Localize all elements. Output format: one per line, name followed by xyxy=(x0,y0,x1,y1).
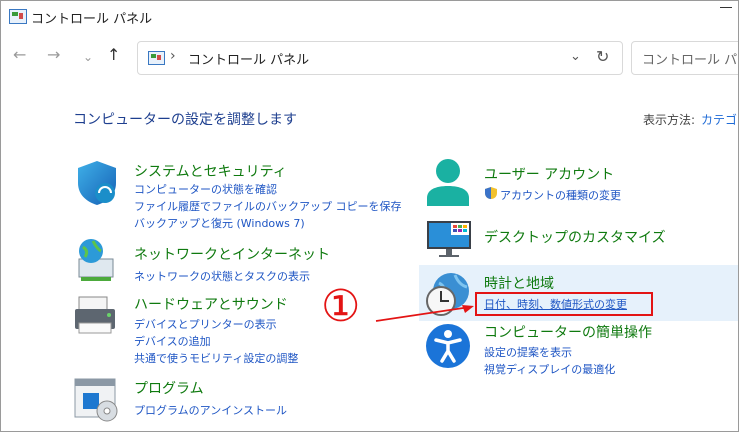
page-title: コンピューターの設定を調整します xyxy=(73,112,297,128)
control-panel-icon xyxy=(9,9,27,24)
link-suggested-settings[interactable]: 設定の提案を表示 xyxy=(484,344,572,360)
user-icon xyxy=(427,159,469,206)
address-bar[interactable]: › コントロール パネル ⌄ ↻ xyxy=(137,41,623,75)
view-by-dropdown[interactable]: カテゴリ xyxy=(701,113,738,127)
category-desktop-customize[interactable]: デスクトップのカスタマイズ xyxy=(484,227,666,247)
breadcrumb-control-panel[interactable]: コントロール パネル xyxy=(188,49,309,68)
view-by: 表示方法: カテゴリ xyxy=(643,111,738,128)
link-add-device[interactable]: デバイスの追加 xyxy=(134,333,211,349)
uac-shield-icon xyxy=(485,187,497,199)
link-optimize-visual-display[interactable]: 視覚ディスプレイの最適化 xyxy=(484,361,615,377)
programs-disc-icon xyxy=(74,378,118,422)
control-panel-icon xyxy=(148,51,165,65)
category-user-accounts[interactable]: ユーザー アカウント xyxy=(484,164,614,184)
category-hardware-sound[interactable]: ハードウェアとサウンド xyxy=(134,294,288,314)
title-bar: コントロール パネル xyxy=(1,1,738,33)
search-box[interactable]: コントロール パネル xyxy=(631,41,738,75)
annotation-arrow-icon xyxy=(375,305,474,322)
link-network-status-tasks[interactable]: ネットワークの状態とタスクの表示 xyxy=(134,268,310,284)
view-by-label: 表示方法: xyxy=(643,113,696,127)
up-button[interactable]: ↑ xyxy=(107,47,120,63)
navigation-bar: ← → ⌄ ↑ › コントロール パネル ⌄ ↻ コントロール パネル xyxy=(1,37,738,79)
printer-icon xyxy=(75,296,115,334)
back-button[interactable]: ← xyxy=(13,47,26,63)
category-programs[interactable]: プログラム xyxy=(134,378,204,398)
annotation-red-box xyxy=(475,292,653,316)
category-system-security[interactable]: システムとセキュリティ xyxy=(134,161,287,181)
minimize-icon[interactable] xyxy=(720,7,732,8)
forward-button[interactable]: → xyxy=(47,47,60,63)
link-change-account-type[interactable]: アカウントの種類の変更 xyxy=(500,187,621,203)
link-file-history-backup[interactable]: ファイル履歴でファイルのバックアップ コピーを保存 xyxy=(134,198,402,214)
chevron-down-icon[interactable]: ⌄ xyxy=(570,49,581,64)
link-check-computer-status[interactable]: コンピューターの状態を確認 xyxy=(134,181,277,197)
category-ease-of-access[interactable]: コンピューターの簡単操作 xyxy=(484,322,652,342)
recent-locations-button[interactable]: ⌄ xyxy=(83,49,93,65)
window-title: コントロール パネル xyxy=(31,12,153,27)
shield-icon xyxy=(78,161,116,205)
monitor-icon xyxy=(427,221,471,257)
link-devices-printers[interactable]: デバイスとプリンターの表示 xyxy=(134,316,277,332)
link-uninstall-program[interactable]: プログラムのアンインストール xyxy=(134,402,287,418)
control-panel-window: コントロール パネル ← → ⌄ ↑ › コントロール パネル ⌄ ↻ コントロ… xyxy=(0,0,739,432)
accessibility-icon xyxy=(426,324,470,368)
link-backup-restore[interactable]: バックアップと復元 (Windows 7) xyxy=(134,215,305,231)
breadcrumb-separator-icon[interactable]: › xyxy=(170,48,176,64)
annotation-number: ① xyxy=(321,281,361,332)
category-network-internet[interactable]: ネットワークとインターネット xyxy=(134,244,330,264)
category-clock-region[interactable]: 時計と地域 xyxy=(484,273,554,293)
refresh-icon[interactable]: ↻ xyxy=(596,47,609,66)
search-input[interactable]: コントロール パネル xyxy=(642,49,738,68)
network-globe-icon xyxy=(78,239,114,281)
link-mobility-settings[interactable]: 共通で使うモビリティ設定の調整 xyxy=(134,350,298,366)
